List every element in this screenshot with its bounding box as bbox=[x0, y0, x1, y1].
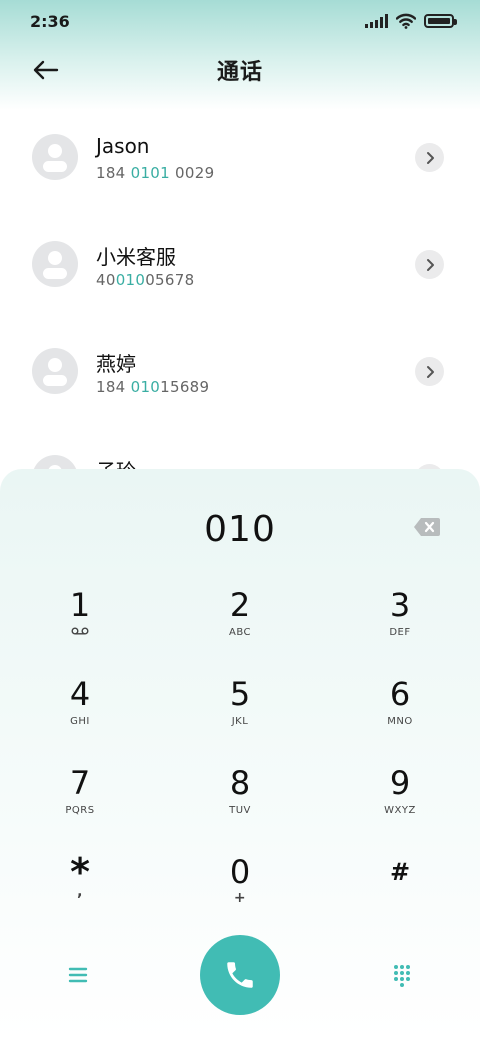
key-5[interactable]: 5 JKL bbox=[180, 676, 300, 756]
app-header: 通话 bbox=[0, 44, 480, 96]
wifi-icon bbox=[396, 13, 416, 29]
contact-detail-button[interactable] bbox=[415, 143, 444, 172]
phone-icon bbox=[227, 962, 253, 988]
contact-item[interactable]: 燕婷 184 01015689 bbox=[0, 324, 480, 431]
menu-icon[interactable] bbox=[66, 963, 90, 987]
chevron-right-icon bbox=[426, 365, 434, 378]
dial-display: 010 bbox=[0, 499, 480, 559]
contact-name: 燕婷 bbox=[96, 352, 136, 376]
signal-icon bbox=[365, 14, 388, 28]
contact-name: 小米客服 bbox=[96, 245, 176, 269]
matched-digits: 010 bbox=[115, 271, 146, 289]
key-0[interactable]: 0 + bbox=[180, 854, 300, 934]
backspace-icon[interactable] bbox=[413, 517, 441, 537]
contact-number: 4001005678 bbox=[96, 271, 195, 289]
contact-name: Jason bbox=[96, 134, 150, 158]
status-icons bbox=[365, 13, 457, 29]
contact-item[interactable]: Jason 184 0101 0029 bbox=[0, 110, 480, 217]
key-star[interactable]: * , bbox=[20, 853, 140, 934]
dialed-number: 010 bbox=[204, 508, 276, 550]
avatar bbox=[32, 241, 78, 287]
contact-detail-button[interactable] bbox=[415, 357, 444, 386]
back-button[interactable] bbox=[26, 52, 66, 88]
voicemail-icon bbox=[71, 627, 89, 635]
avatar bbox=[32, 134, 78, 180]
chevron-right-icon bbox=[426, 258, 434, 271]
battery-icon bbox=[424, 14, 457, 28]
key-3[interactable]: 3 DEF bbox=[340, 587, 460, 667]
key-7[interactable]: 7 PQRS bbox=[20, 765, 140, 845]
contact-number: 184 01015689 bbox=[96, 378, 210, 396]
dialpad-icon[interactable] bbox=[390, 963, 414, 987]
key-2[interactable]: 2 ABC bbox=[180, 587, 300, 667]
contact-detail-button[interactable] bbox=[415, 250, 444, 279]
matched-digits: 0101 bbox=[130, 164, 170, 182]
key-hash[interactable]: # bbox=[340, 857, 460, 937]
page-title: 通话 bbox=[216, 60, 263, 85]
chevron-right-icon bbox=[426, 151, 434, 164]
contact-item[interactable]: 小米客服 4001005678 bbox=[0, 217, 480, 324]
key-6[interactable]: 6 MNO bbox=[340, 676, 460, 756]
key-4[interactable]: 4 GHI bbox=[20, 676, 140, 756]
contact-number: 184 0101 0029 bbox=[96, 164, 215, 182]
key-1[interactable]: 1 bbox=[20, 587, 140, 667]
dialer-bottom-bar bbox=[0, 935, 480, 1015]
avatar bbox=[32, 348, 78, 394]
key-9[interactable]: 9 WXYZ bbox=[340, 765, 460, 845]
call-button[interactable] bbox=[200, 935, 280, 1015]
arrow-left-icon bbox=[33, 60, 59, 80]
matched-digits: 010 bbox=[130, 378, 161, 396]
status-bar: 2:36 bbox=[0, 0, 480, 42]
status-time: 2:36 bbox=[30, 11, 70, 31]
key-8[interactable]: 8 TUV bbox=[180, 765, 300, 845]
